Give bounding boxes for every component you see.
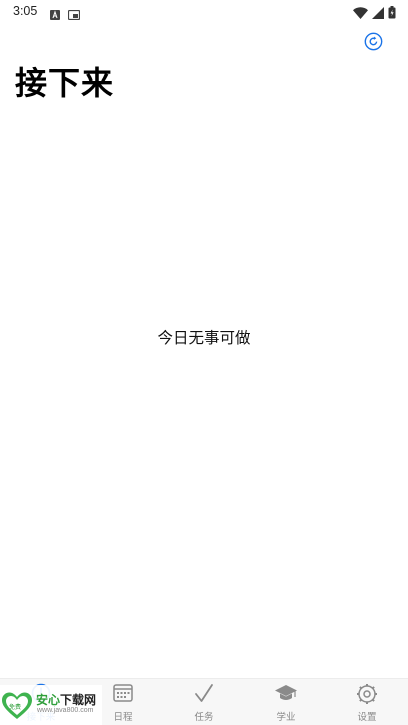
a-box-notification-icon (50, 5, 60, 24)
status-bar: 3:05 (0, 0, 408, 24)
cellular-icon (372, 4, 384, 23)
page-title: 接下来 (15, 64, 115, 102)
clock-icon (31, 683, 51, 707)
cast-notification-icon (67, 5, 81, 24)
tab-tasks[interactable]: 任务 (163, 679, 245, 725)
tab-academics[interactable]: 学业 (245, 679, 327, 725)
graduation-cap-icon (274, 683, 298, 707)
system-icons (353, 4, 396, 23)
tab-label: 学业 (276, 712, 296, 723)
refresh-button[interactable] (364, 32, 383, 51)
battery-icon (388, 4, 396, 23)
tab-label: 任务 (194, 712, 214, 723)
tab-label: 接下来 (26, 712, 56, 723)
wifi-icon (353, 4, 368, 23)
status-time: 3:05 (13, 4, 38, 18)
tab-label: 日程 (113, 712, 133, 723)
empty-state-message: 今日无事可做 (157, 329, 251, 347)
calendar-icon (113, 683, 133, 707)
refresh-icon (364, 32, 383, 51)
tab-label: 设置 (357, 712, 377, 723)
tab-next-up[interactable]: 接下来 (0, 679, 82, 725)
checkmark-icon (193, 683, 215, 709)
settings-icon (356, 683, 378, 709)
bottom-tab-bar: 接下来 日程 任务 学业 设置 (0, 678, 408, 725)
tab-schedule[interactable]: 日程 (82, 679, 164, 725)
tab-settings[interactable]: 设置 (326, 679, 408, 725)
